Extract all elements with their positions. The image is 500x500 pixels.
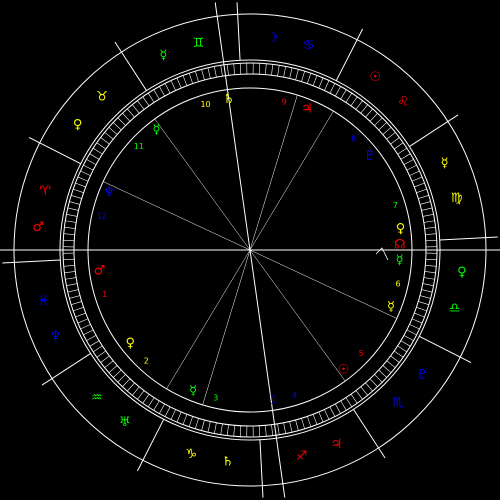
house-number-2: 2	[144, 357, 149, 366]
neptune-icon: ♆	[50, 329, 62, 344]
aquarius-icon: ♒	[91, 390, 103, 405]
gemini-icon: ♊	[193, 36, 205, 51]
pisces-icon: ♓	[37, 294, 49, 309]
house-number-10: 10	[200, 100, 210, 109]
north-node-icon: ☊	[394, 237, 406, 252]
astrology-chart-wheel: ♈ ♂ ♉ ♀ ♊ ☿ ♋ ☽ ♌ ☉ ♍ ☿ ♎ ♀ ♏ ♇ ♐ ♃ ♑ ♄ ♒ ♅ ♓ ♆ 1 ♂ 2 ♀ 3 ☿ 4 ☽ 5 ☉ 6 ☿ 7 ♀ 8…	[0, 0, 500, 500]
taurus-icon: ♉	[96, 89, 108, 104]
house-sign-glyph: ☽	[265, 393, 277, 408]
capricorn-icon: ♑	[185, 447, 197, 462]
libra-icon: ♎	[449, 301, 461, 316]
sagittarius-icon: ♐	[296, 449, 308, 464]
house-sign-glyph: ☉	[338, 362, 350, 377]
house-number-8: 8	[351, 134, 356, 143]
house-sign-glyph: ♀	[396, 221, 406, 236]
house-sign-glyph: ♆	[103, 186, 115, 201]
moon-icon: ☽	[266, 31, 278, 46]
house-sign-glyph: ☿	[152, 123, 160, 138]
house-sign-glyph: ♇	[364, 149, 376, 164]
house-sign-glyph: ♂	[94, 264, 106, 279]
scorpio-icon: ♏	[392, 396, 404, 411]
house-number-4: 4	[292, 391, 297, 400]
house-number-6: 6	[396, 280, 401, 289]
pluto-icon: ♇	[416, 368, 428, 383]
house-number-11: 11	[134, 142, 144, 151]
uranus-icon: ♅	[119, 415, 131, 430]
mars-icon: ♂	[32, 220, 44, 235]
leo-icon: ♌	[397, 95, 409, 110]
cancer-icon: ♋	[303, 38, 315, 53]
venus-icon: ♀	[457, 265, 467, 280]
aries-icon: ♈	[39, 184, 51, 199]
house-number-9: 9	[282, 97, 287, 106]
saturn-icon: ♄	[222, 454, 234, 469]
house-number-5: 5	[359, 349, 364, 358]
house-number-12: 12	[97, 211, 107, 220]
house-number-3: 3	[213, 394, 218, 403]
house-number-1: 1	[102, 290, 107, 299]
house-sign-glyph: ☿	[189, 383, 197, 398]
house-number-7: 7	[393, 201, 398, 210]
sun-icon: ☉	[369, 70, 381, 85]
venus-icon: ♀	[73, 117, 83, 132]
house-sign-glyph: ☿	[387, 299, 395, 314]
jupiter-icon: ♃	[331, 437, 343, 452]
house-sign-glyph: ♄	[223, 92, 235, 107]
virgo-icon: ♍	[451, 191, 463, 206]
house-sign-glyph: ♀	[125, 336, 135, 351]
house-sign-glyph: ♃	[301, 102, 313, 117]
mercury-planet-icon: ☿	[396, 253, 404, 268]
mercury-icon: ☿	[441, 156, 449, 171]
mercury-icon: ☿	[159, 48, 167, 63]
